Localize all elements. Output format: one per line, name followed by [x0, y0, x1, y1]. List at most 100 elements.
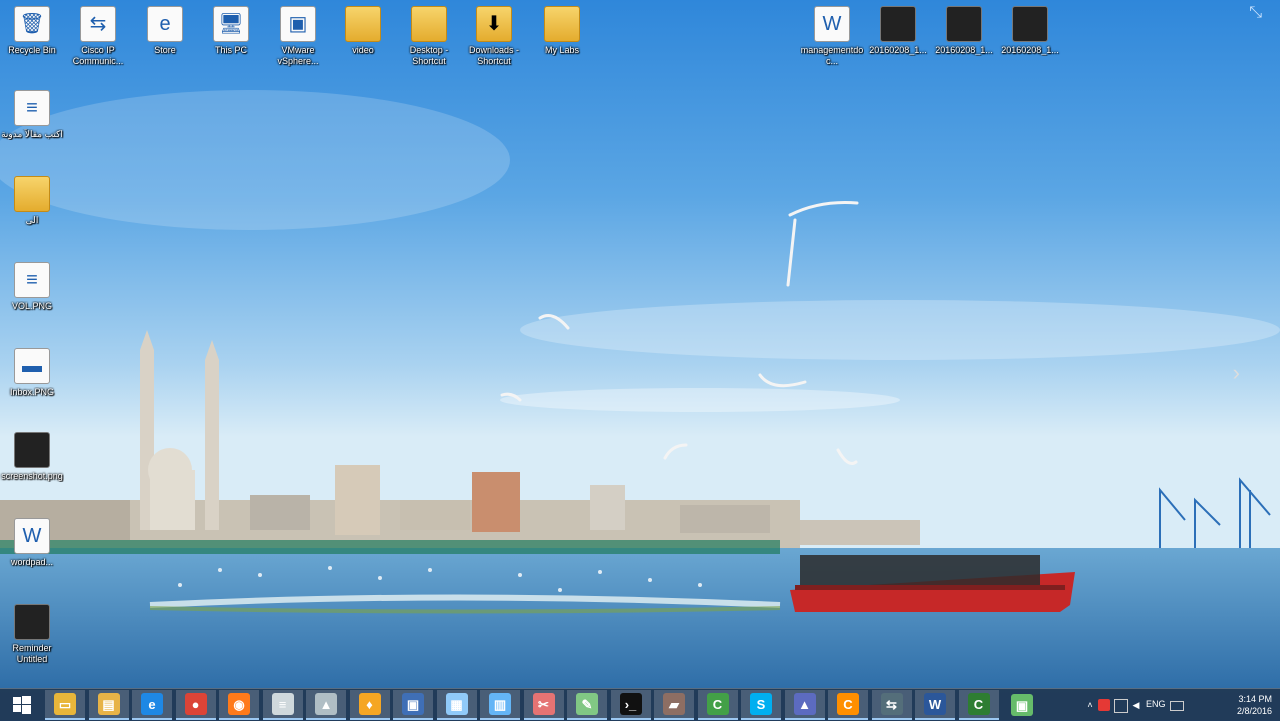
- command-prompt-icon: ›_: [619, 693, 642, 715]
- desktop-icon[interactable]: ≡ VOL.PNG: [0, 262, 64, 312]
- taskbar-button[interactable]: ▦: [436, 690, 477, 720]
- remote-desktop-icon: ▣: [402, 693, 424, 715]
- desktop-icon[interactable]: My Labs: [530, 6, 594, 56]
- taskbar-button[interactable]: C: [697, 690, 738, 720]
- taskbar-button[interactable]: ▰: [654, 690, 694, 720]
- desktop-icon-label: Store: [154, 45, 176, 55]
- desktop-icon-label: 20160208_1...: [1001, 45, 1059, 55]
- network-status-icon[interactable]: [1114, 699, 1128, 713]
- taskbar-button[interactable]: ✂: [523, 690, 564, 720]
- clock-date: 2/8/2016: [1236, 706, 1272, 716]
- desktop-icon[interactable]: Desktop - Shortcut: [397, 6, 461, 67]
- desktop-icon[interactable]: Wwordpad...: [0, 518, 64, 568]
- system-tray: ˄ ◀ ENG 3:14 PM 2/8/2016: [1070, 689, 1280, 721]
- desktop-icon-label: VOL.PNG: [11, 301, 52, 311]
- desktop-icon-label: video: [352, 45, 374, 55]
- desktop-icon[interactable]: screenshot.png: [0, 432, 64, 482]
- taskbar-button[interactable]: ≡: [262, 690, 303, 720]
- taskbar-button[interactable]: ●: [175, 690, 216, 720]
- taskbar-button[interactable]: C: [828, 690, 868, 720]
- desktop-icon-label: Cisco IP Communic...: [72, 45, 124, 66]
- taskbar-button[interactable]: C: [958, 690, 999, 720]
- charm-corner-arrow-icon[interactable]: ⤡: [1249, 4, 1262, 22]
- desktop-icon-label: wordpad...: [10, 557, 54, 567]
- desktop-icon[interactable]: ≡ اكتب مقالاً مدونة: [0, 90, 64, 140]
- vsphere-client-icon: ▣: [1011, 694, 1033, 716]
- terminal-server-icon: ▥: [489, 693, 511, 715]
- document-icon: ≡: [14, 90, 50, 126]
- desktop-icon-label: Inbox.PNG: [9, 387, 55, 397]
- charms-chevron-icon: ›: [1232, 360, 1240, 385]
- volume-icon[interactable]: ◀: [1130, 699, 1142, 711]
- taskbar-button[interactable]: W: [915, 690, 955, 720]
- cisco-phone-icon: ⇆: [880, 693, 903, 715]
- show-hidden-icons-icon[interactable]: ˄: [1084, 699, 1096, 711]
- taskbar-button[interactable]: ◉: [219, 690, 259, 720]
- desktop-icon[interactable]: 20160208_1...: [866, 6, 930, 56]
- video-editor-icon: ▰: [663, 693, 685, 715]
- desktop-icon[interactable]: ⇆ Cisco IP Communic...: [66, 6, 130, 67]
- camtasia-recorder-icon: C: [967, 693, 990, 715]
- desktop-icon[interactable]: e Store: [133, 6, 197, 56]
- desktop[interactable]: 🗑 Recycle Bin ⇆ Cisco IP Communic... e Store 🖥…: [0, 0, 1280, 688]
- desktop-icon-label: 20160208_1...: [869, 45, 927, 55]
- desktop-icon[interactable]: الى: [0, 176, 64, 226]
- firefox-icon: ◉: [228, 693, 250, 715]
- desktop-icon[interactable]: Wmanagementdoc...: [800, 6, 864, 67]
- desktop-icon-label: الى: [25, 215, 39, 225]
- video-file-icon: [1012, 6, 1048, 42]
- folder-icon: ▤: [97, 693, 120, 715]
- desktop-icon[interactable]: video: [331, 6, 395, 56]
- desktop-icon[interactable]: ⬇ Downloads - Shortcut: [462, 6, 526, 67]
- taskbar-button[interactable]: ✎: [567, 690, 607, 720]
- image-file-icon: ▬: [14, 348, 50, 384]
- taskbar-button[interactable]: ▣: [1002, 690, 1042, 720]
- desktop-icon-label: 20160208_1...: [935, 45, 993, 55]
- desktop-icon[interactable]: 🗑 Recycle Bin: [0, 6, 64, 56]
- input-language[interactable]: ENG: [1146, 699, 1166, 709]
- desktop-icon-label: This PC: [214, 45, 247, 55]
- paint-icon: ♦: [358, 693, 381, 715]
- desktop-icon[interactable]: ▬ Inbox.PNG: [0, 348, 64, 398]
- desktop-icon[interactable]: Reminder Untitled: [0, 604, 64, 665]
- desktop-icon[interactable]: 20160208_1...: [998, 6, 1062, 56]
- clock-time: 3:14 PM: [1238, 694, 1272, 704]
- taskbar-button[interactable]: ▤: [88, 690, 129, 720]
- desktop-icon[interactable]: 20160208_1...: [932, 6, 996, 56]
- video-file-icon: [946, 6, 982, 42]
- taskbar-button[interactable]: ♦: [349, 690, 390, 720]
- downloads-shortcut-icon: ⬇: [476, 6, 512, 42]
- file-explorer-icon: ▭: [54, 693, 76, 715]
- word-document-icon: W: [14, 518, 50, 554]
- taskbar-button[interactable]: ▣: [393, 690, 433, 720]
- taskbar-button[interactable]: ▥: [480, 690, 520, 720]
- battery-icon[interactable]: [1170, 701, 1184, 711]
- flag-icon[interactable]: [1098, 699, 1110, 711]
- image-file-icon: [14, 432, 50, 468]
- clock[interactable]: 3:14 PM 2/8/2016: [1216, 693, 1272, 717]
- desktop-icon[interactable]: ▣ VMware vSphere...: [266, 6, 330, 67]
- cisco-ip-communicator-icon: ⇆: [80, 6, 116, 42]
- computer-network-icon: ▲: [793, 693, 816, 715]
- windows-logo-icon: [13, 696, 31, 714]
- video-file-icon: [880, 6, 916, 42]
- desktop-icon[interactable]: 🖥 This PC: [199, 6, 263, 56]
- vmware-vsphere-icon: ▣: [280, 6, 316, 42]
- desktop-icon-label: managementdoc...: [800, 45, 864, 66]
- paint-brush-icon: ✎: [576, 693, 598, 715]
- taskbar-button[interactable]: ›_: [610, 690, 651, 720]
- taskbar-button[interactable]: ▭: [45, 690, 85, 720]
- taskbar-button[interactable]: ▲: [306, 690, 346, 720]
- windows-start-icon[interactable]: [2, 690, 42, 720]
- word-document-icon: W: [814, 6, 850, 42]
- taskbar: ▭ ▤ e ● ◉ ≡ ▲ ♦ ▣ ▦ ▥ ✂ ✎ ›_ ▰ C S ▲ C ⇆ W C ▣ ˄ ◀ ENG 3:14 PM…: [0, 688, 1280, 721]
- taskbar-button[interactable]: e: [132, 690, 172, 720]
- chrome-icon: ●: [184, 693, 207, 715]
- taskbar-button[interactable]: ▲: [784, 690, 825, 720]
- desktop-icon-label: اكتب مقالاً مدونة: [1, 129, 63, 139]
- taskbar-button[interactable]: S: [741, 690, 781, 720]
- taskbar-button[interactable]: ⇆: [871, 690, 912, 720]
- recorder-icon: C: [837, 693, 859, 715]
- desktop-icon-label: screenshot.png: [1, 471, 63, 481]
- wallpaper: [0, 0, 1280, 688]
